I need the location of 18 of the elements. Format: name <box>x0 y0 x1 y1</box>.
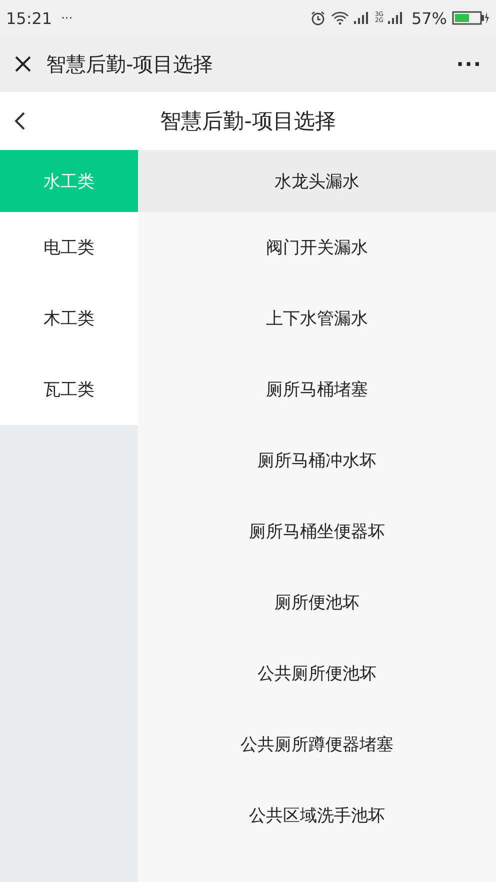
wifi-icon <box>330 11 349 25</box>
window-title: 智慧后勤-项目选择 <box>46 50 214 78</box>
close-button[interactable] <box>14 55 32 73</box>
signal-icon <box>354 12 370 24</box>
category-item[interactable]: 瓦工类 <box>0 354 138 425</box>
page-title: 智慧后勤-项目选择 <box>160 108 336 135</box>
battery-icon <box>452 11 490 25</box>
notification-dots: ··· <box>61 11 73 25</box>
back-icon <box>14 111 26 131</box>
category-item[interactable]: 木工类 <box>0 283 138 354</box>
signal-icon <box>388 12 404 24</box>
close-icon <box>14 55 32 73</box>
more-button[interactable]: ··· <box>456 52 482 76</box>
battery-percent: 57% <box>411 8 447 28</box>
list-item[interactable]: 水龙头漏水 <box>138 150 496 212</box>
alarm-icon <box>310 10 326 26</box>
category-item[interactable]: 电工类 <box>0 212 138 283</box>
status-time: 15:21 <box>6 8 52 28</box>
